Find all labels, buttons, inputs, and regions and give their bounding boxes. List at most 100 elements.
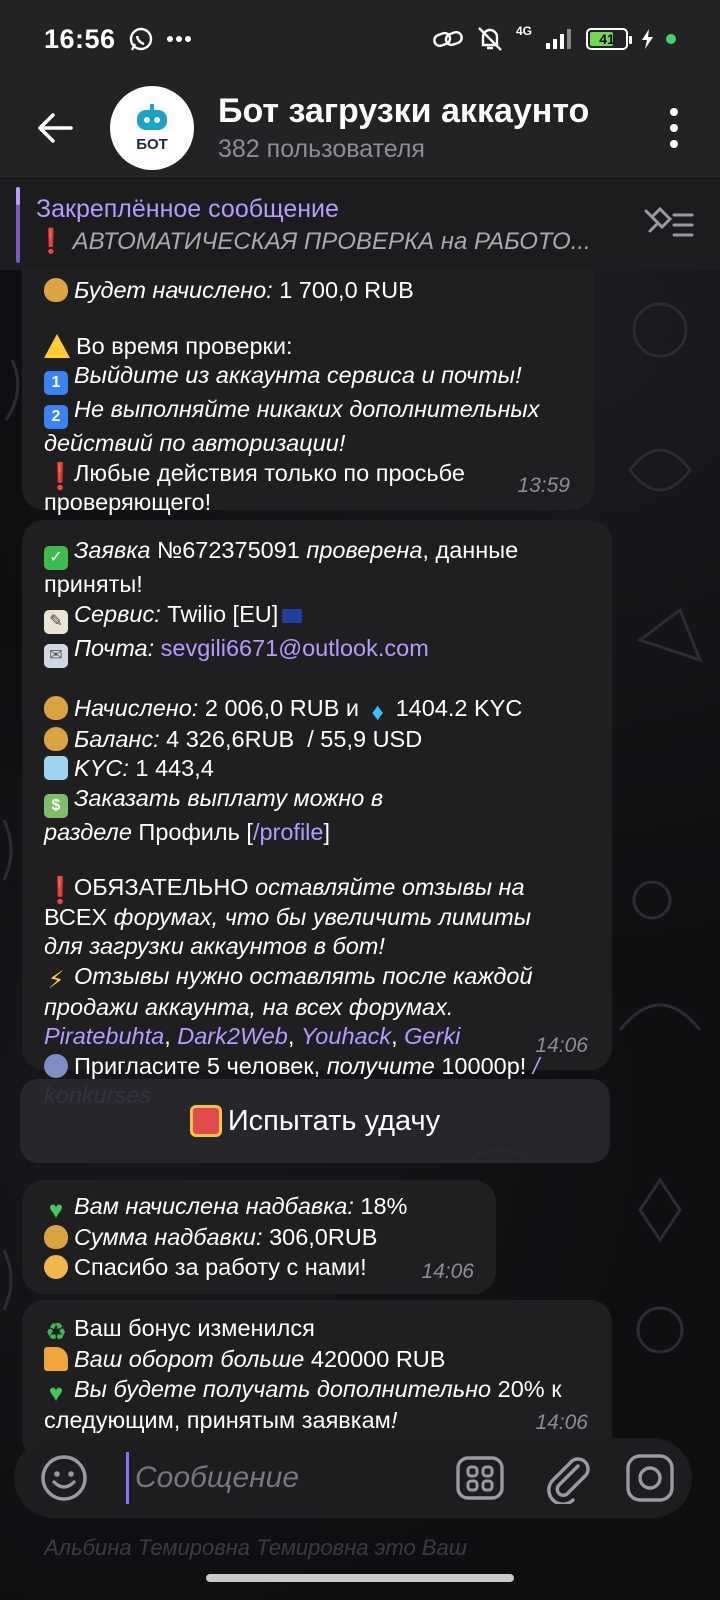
message-line: ✓ Заявка №672375091 проверена, данные [44,536,590,570]
handshake-icon [44,1254,68,1279]
payout-section-label: разделе [44,818,132,845]
pinned-title: Закреплённое сообщение [36,195,339,223]
message-line: ♥ Вам начислена надбавка: 18% [44,1192,474,1223]
more-menu-button[interactable] [664,102,684,154]
back-button[interactable] [0,78,110,178]
bot-avatar[interactable]: БОТ [110,86,194,170]
ice-cube-icon [44,756,68,780]
message-line: Ваш оборот больше 420000 RUB [44,1345,590,1375]
paperclip-icon[interactable] [542,1452,594,1504]
message-bubble-3[interactable]: ♥ Вам начислена надбавка: 18% Сумма надба… [22,1180,496,1294]
invite-text: Пригласите 5 человек, [74,1052,321,1079]
required-all: ВСЕХ [44,903,108,930]
arrow-left-icon [38,113,73,143]
message-line: продажи аккаунта, на всех форумах. [44,993,590,1023]
emoji-icon[interactable] [38,1452,90,1504]
extra-value: 20% к [497,1375,562,1402]
exclamation-icon: ❗ [44,460,77,491]
money-bag-icon [44,278,68,302]
required-line-1: оставляйте отзывы на [255,874,525,900]
check-heading: Во время проверки: [76,332,293,359]
message-line: проверяющего! [44,488,572,518]
request-status: проверена [306,537,423,563]
status-time: 16:56 [44,23,116,54]
pinned-text: ❗ АВТОМАТИЧЕСКАЯ ПРОВЕРКА на РАБОТО... [36,227,616,256]
mail-label: Почта: [74,634,155,661]
message-time: 13:59 [517,473,570,497]
invite-get: получите [326,1052,435,1079]
bot-menu-icon[interactable] [454,1452,506,1504]
chat-header: БОТ Бот загрузки аккаунто 382 пользовате… [0,78,720,178]
exclamation-icon: ❗ [44,875,77,905]
service-value: Twilio [EU] [167,600,279,627]
link-icon [433,30,463,48]
robot-head-icon [137,103,167,130]
bonus-label: Вам начислена надбавка: [74,1193,354,1219]
forum-link[interactable]: Youhack [301,1023,391,1049]
message-line: KYC: 1 443,4 [44,754,590,784]
extra-label: Вы будете получать дополнительно [74,1375,492,1402]
money-bag-icon [44,695,68,720]
forum-link[interactable]: Gerki [404,1023,460,1049]
pinned-message-overlay: Закреплённое сообщение ❗ АВТОМАТИЧЕСКАЯ … [0,178,720,270]
message-line: 1 Выйдите из аккаунта сервиса и почты! [44,361,572,395]
message-line: ❗ОБЯЗАТЕЛЬНО оставляйте отзывы на [44,873,590,903]
thanks-text: Спасибо за работу с нами! [74,1253,367,1280]
forum-link[interactable]: Piratebuhta [44,1023,164,1049]
home-indicator[interactable] [206,1574,514,1582]
request-status-end: приняты! [44,571,143,597]
message-line: Будет начислено: 1 700,0 RUB [44,276,572,306]
balance-label: Баланс: [74,725,160,752]
message-line: следующим, принятым заявкам! [44,1406,590,1436]
message-line: для загрузки аккаунтов в бот! [44,932,590,962]
bonus-value: 18% [360,1193,408,1219]
message-line: приняты! [44,570,590,600]
message-line: ♻ Ваш бонус изменился [44,1314,590,1345]
gift-icon [189,1105,222,1137]
try-luck-label: Испытать удачу [227,1104,441,1137]
message-line: Piratebuhta, Dark2Web, Youhack, Gerki [44,1023,461,1049]
green-heart-icon: ♥ [48,1379,64,1407]
charging-icon [642,29,653,49]
whatsapp-icon [129,27,152,51]
green-heart-icon: ♥ [48,1197,64,1224]
keycap-two-icon: 2 [44,405,68,429]
message-line: Пригласите 5 человек, получите 10000р! / [44,1052,590,1082]
balance-value: 4 326,6RUB / 55,9 USD [166,725,423,752]
accrued-kyc: 1404.2 KYC [395,694,523,721]
message-line: ✎ Сервис: Twilio [EU] [44,600,590,634]
signal-icon [546,29,571,49]
profile-command-link[interactable]: /profile [253,819,324,845]
bonus-changed-text: Ваш бонус изменился [74,1315,315,1341]
status-bar: 16:56 4G 41 [0,0,720,78]
avatar-label: БОТ [136,135,168,153]
payout-section: Профиль [ [138,818,253,845]
mail-link[interactable]: sevgili6671@outlook.com [161,635,429,661]
message-bubble-4[interactable]: ♻ Ваш бонус изменился Ваш оборот больше 4… [22,1300,612,1460]
instruction-2-cont: действий по авторизации! [44,430,346,456]
message-line: Спасибо за работу с нами! [44,1253,474,1283]
kyc-label: KYC: [74,755,129,781]
email-icon: ✉ [44,643,68,668]
bonus-sum-value: 306,0RUB [269,1224,378,1250]
note-line-2: проверяющего! [44,489,212,515]
keycap-one-icon: 1 [44,371,68,395]
chat-title: Бот загрузки аккаунто [218,92,590,130]
pinned-list-button[interactable] [638,201,696,247]
chat-info[interactable]: Бот загрузки аккаунто 382 пользователя [218,92,618,164]
camera-icon[interactable] [624,1452,676,1504]
forum-link[interactable]: Dark2Web [177,1023,288,1049]
message-bubble-2[interactable]: ✓ Заявка №672375091 проверена, данные при… [22,520,612,1108]
message-line: разделе Профиль [/profile] [44,818,590,848]
try-luck-button[interactable]: Испытать удачу [20,1079,610,1163]
scrolled-message-preview: Альбина Темировна Темировна это Ваш [44,1535,467,1560]
message-input[interactable]: Сообщение [126,1452,426,1504]
message-bubble-1[interactable]: Будет начислено: 1 700,0 RUB Во время пр… [22,230,594,515]
pinned-list-icon [644,206,694,237]
required-line-3: для загрузки аккаунтов в бот! [44,933,385,959]
invite-reward: 10000р! [441,1052,527,1079]
more-vertical-icon [670,108,678,116]
exclamation-icon: ❗ [36,228,66,255]
message-line: ✉ Почта: sevgili6671@outlook.com [44,634,590,668]
